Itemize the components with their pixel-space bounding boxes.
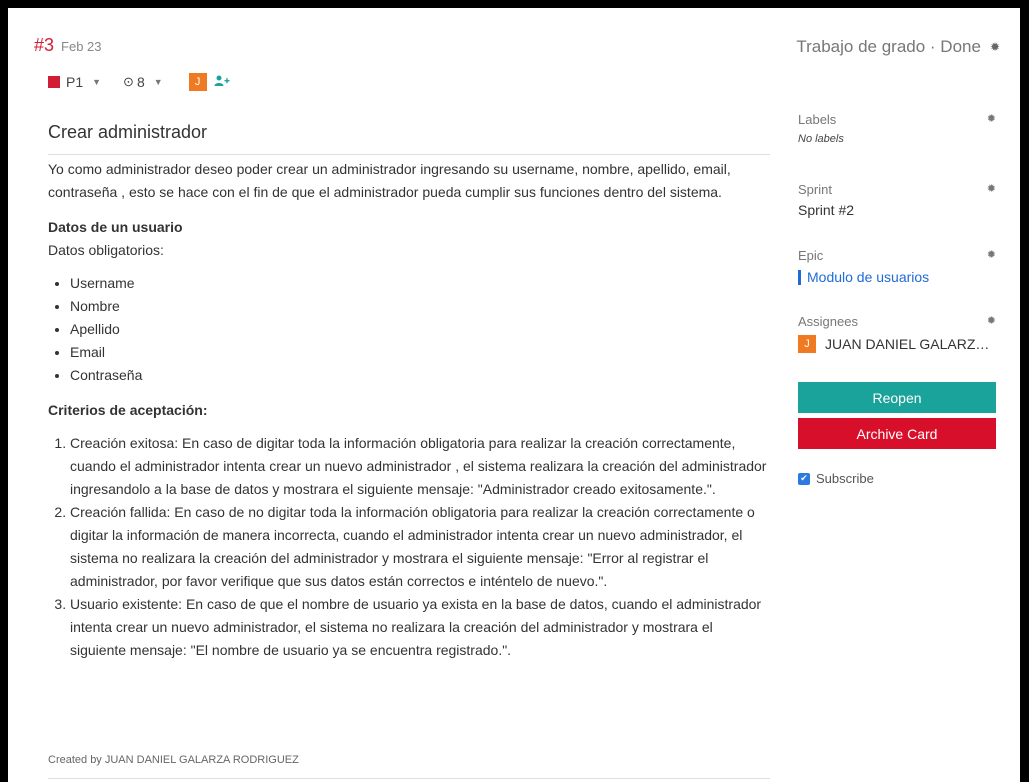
assignees-section: Assignees ✹ J JUAN DANIEL GALARZ… xyxy=(798,314,1006,382)
gear-icon[interactable]: ✹ xyxy=(987,314,996,327)
chevron-down-icon[interactable]: ▼ xyxy=(92,77,101,87)
add-assignee-icon[interactable] xyxy=(214,75,230,90)
criteria-heading: Criterios de aceptación: xyxy=(48,402,208,418)
assignee-item[interactable]: J JUAN DANIEL GALARZ… xyxy=(798,335,1006,353)
avatar[interactable]: J xyxy=(188,73,207,91)
list-item: Contraseña xyxy=(70,364,770,387)
card-description[interactable]: Yo como administrador deseo poder crear … xyxy=(48,158,770,662)
gear-icon[interactable]: ✹ xyxy=(987,182,996,195)
labels-value: No labels xyxy=(798,133,844,145)
list-item: Username xyxy=(70,272,770,295)
epic-section: Epic ✹ Modulo de usuarios xyxy=(798,248,1006,314)
issue-date: Feb 23 xyxy=(61,39,102,54)
gear-icon[interactable]: ✹ xyxy=(987,112,996,125)
criteria-list: Creación exitosa: En caso de digitar tod… xyxy=(48,432,770,662)
list-item: Creación fallida: En caso de no digitar … xyxy=(70,501,770,593)
description-text: Yo como administrador deseo poder crear … xyxy=(48,161,731,200)
checkbox-checked-icon[interactable]: ✔ xyxy=(798,472,810,485)
assignee-name: JUAN DANIEL GALARZ… xyxy=(825,336,990,352)
points-dropdown[interactable]: ⊙ 8 ▼ xyxy=(123,74,163,90)
target-icon: ⊙ xyxy=(123,74,134,89)
points-value: 8 xyxy=(136,74,145,90)
priority-color-icon xyxy=(48,76,60,88)
divider xyxy=(48,154,770,155)
issue-toolbar: P1 ▼ ⊙ 8 ▼ J xyxy=(48,73,230,91)
list-item: Nombre xyxy=(70,295,770,318)
avatar: J xyxy=(798,335,816,353)
sprint-section: Sprint ✹ Sprint #2 xyxy=(798,182,1006,248)
issue-number[interactable]: #3 xyxy=(34,35,54,56)
sprint-label: Sprint xyxy=(798,182,832,197)
sidebar: Labels ✹ No labels Sprint ✹ Sprint #2 Ep… xyxy=(798,112,1006,486)
list-item: Usuario existente: En caso de que el nom… xyxy=(70,593,770,662)
archive-card-button[interactable]: Archive Card xyxy=(798,418,996,449)
labels-label: Labels xyxy=(798,112,837,127)
subscribe-label: Subscribe xyxy=(816,471,874,486)
project-status[interactable]: Trabajo de grado · Done ✹ xyxy=(796,37,1000,57)
list-item: Email xyxy=(70,341,770,364)
epic-value: Modulo de usuarios xyxy=(807,269,930,285)
list-item: Creación exitosa: En caso de digitar tod… xyxy=(70,432,770,501)
sprint-value: Sprint #2 xyxy=(798,202,855,218)
priority-dropdown[interactable]: P1 xyxy=(66,74,83,90)
required-label: Datos obligatorios: xyxy=(48,242,164,258)
user-data-heading: Datos de un usuario xyxy=(48,219,183,235)
created-by: Created by JUAN DANIEL GALARZA RODRIGUEZ xyxy=(48,754,299,766)
epic-color-bar xyxy=(798,269,801,285)
assignees-label: Assignees xyxy=(798,314,858,329)
subscribe-toggle[interactable]: ✔ Subscribe xyxy=(798,471,1006,486)
gear-icon[interactable]: ✹ xyxy=(987,248,996,261)
required-fields-list: Username Nombre Apellido Email Contraseñ… xyxy=(48,272,770,387)
list-item: Apellido xyxy=(70,318,770,341)
issue-header: #3 Feb 23 xyxy=(34,35,102,56)
divider xyxy=(48,778,770,779)
gear-icon[interactable]: ✹ xyxy=(990,40,1000,54)
labels-section: Labels ✹ No labels xyxy=(798,112,1006,182)
chevron-down-icon[interactable]: ▼ xyxy=(154,77,163,87)
project-status-label: Trabajo de grado · Done xyxy=(796,37,981,56)
issue-card: #3 Feb 23 Trabajo de grado · Done ✹ P1 ▼… xyxy=(8,8,1020,782)
card-title[interactable]: Crear administrador xyxy=(48,122,207,143)
epic-link[interactable]: Modulo de usuarios xyxy=(798,269,1006,285)
epic-label: Epic xyxy=(798,248,824,263)
reopen-button[interactable]: Reopen xyxy=(798,382,996,413)
